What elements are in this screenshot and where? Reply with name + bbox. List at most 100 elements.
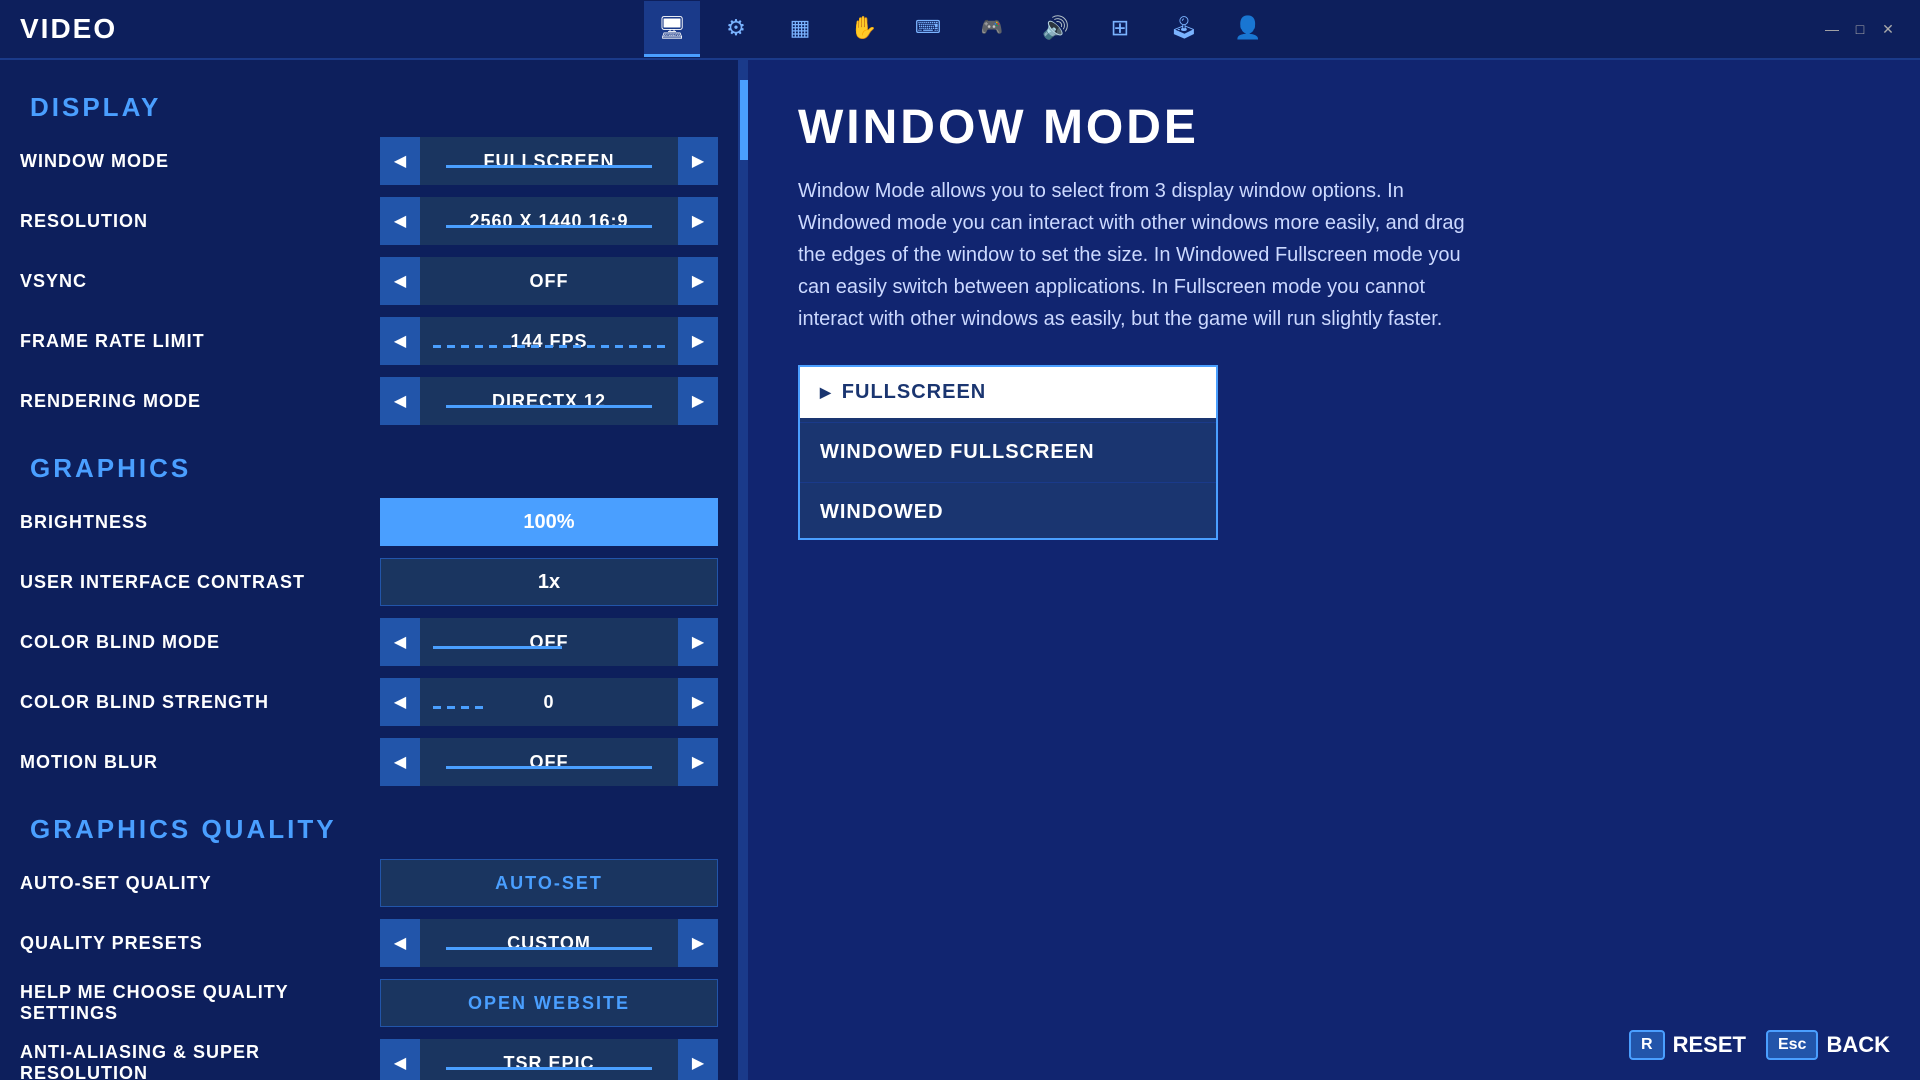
vsync-row: VSYNC ◀ OFF ▶ <box>0 251 738 311</box>
help-choose-label: HELP ME CHOOSE QUALITY SETTINGS <box>20 982 380 1024</box>
option-windowed-label: WINDOWED <box>820 501 944 524</box>
color-blind-mode-label: COLOR BLIND MODE <box>20 632 380 653</box>
frame-rate-label: FRAME RATE LIMIT <box>20 331 380 352</box>
window-mode-value: FULLSCREEN <box>420 151 678 172</box>
frame-rate-value: 144 FPS <box>420 331 678 352</box>
nav-bar: 🖥 ⚙ ▦ ✋ ⌨ 🎮 🔊 ⊞ 🕹 👤 <box>644 1 1276 57</box>
right-panel-title: WINDOW MODE <box>798 100 1870 155</box>
back-key: Esc <box>1766 1030 1818 1060</box>
rendering-mode-control: ◀ DIRECTX 12 ▶ <box>380 377 718 425</box>
frame-rate-prev[interactable]: ◀ <box>380 317 420 365</box>
nav-touch[interactable]: ✋ <box>836 1 892 57</box>
color-blind-strength-value: 0 <box>420 692 678 713</box>
window-mode-bar <box>446 165 652 168</box>
nav-dashboard[interactable]: ⊞ <box>1092 1 1148 57</box>
window-mode-next[interactable]: ▶ <box>678 137 718 185</box>
color-blind-strength-control: ◀ 0 ▶ <box>380 678 718 726</box>
window-controls: — □ ✕ <box>1820 17 1900 41</box>
window-mode-row: WINDOW MODE ◀ FULLSCREEN ▶ <box>0 131 738 191</box>
color-blind-mode-row: COLOR BLIND MODE ◀ OFF ▶ <box>0 612 738 672</box>
vsync-label: VSYNC <box>20 271 380 292</box>
brightness-label: BRIGHTNESS <box>20 512 380 533</box>
color-blind-strength-row: COLOR BLIND STRENGTH ◀ 0 ▶ <box>0 672 738 732</box>
quality-presets-row: QUALITY PRESETS ◀ CUSTOM ▶ <box>0 913 738 973</box>
brightness-control[interactable]: 100% <box>380 498 718 546</box>
minimize-button[interactable]: — <box>1820 17 1844 41</box>
nav-audio[interactable]: 🔊 <box>1028 1 1084 57</box>
anti-aliasing-control: ◀ TSR EPIC ▶ <box>380 1039 718 1080</box>
resolution-next[interactable]: ▶ <box>678 197 718 245</box>
frame-rate-next[interactable]: ▶ <box>678 317 718 365</box>
scrollbar[interactable] <box>740 60 748 1080</box>
nav-gear[interactable]: ⚙ <box>708 1 764 57</box>
window-mode-prev[interactable]: ◀ <box>380 137 420 185</box>
rendering-mode-next[interactable]: ▶ <box>678 377 718 425</box>
right-panel-description: Window Mode allows you to select from 3 … <box>798 175 1478 335</box>
color-blind-strength-next[interactable]: ▶ <box>678 678 718 726</box>
anti-aliasing-label: ANTI-ALIASING & SUPER RESOLUTION <box>20 1042 380 1080</box>
brightness-row: BRIGHTNESS 100% <box>0 492 738 552</box>
help-choose-row: HELP ME CHOOSE QUALITY SETTINGS OPEN WEB… <box>0 973 738 1033</box>
nav-gamepad[interactable]: 🕹 <box>1156 1 1212 57</box>
rendering-mode-prev[interactable]: ◀ <box>380 377 420 425</box>
nav-layout[interactable]: ▦ <box>772 1 828 57</box>
motion-blur-prev[interactable]: ◀ <box>380 738 420 786</box>
quality-presets-control: ◀ CUSTOM ▶ <box>380 919 718 967</box>
reset-button[interactable]: R RESET <box>1629 1030 1746 1060</box>
right-panel: WINDOW MODE Window Mode allows you to se… <box>748 60 1920 1080</box>
motion-blur-row: MOTION BLUR ◀ OFF ▶ <box>0 732 738 792</box>
page-title: VIDEO <box>20 13 117 45</box>
nav-monitor[interactable]: 🖥 <box>644 1 700 57</box>
main-layout: DISPLAY WINDOW MODE ◀ FULLSCREEN ▶ RESOL… <box>0 60 1920 1080</box>
motion-blur-control: ◀ OFF ▶ <box>380 738 718 786</box>
rendering-bar <box>446 405 652 408</box>
color-blind-strength-label: COLOR BLIND STRENGTH <box>20 692 380 713</box>
option-windowed-fullscreen-label: WINDOWED FULLSCREEN <box>820 441 1095 464</box>
graphics-header: GRAPHICS <box>0 441 738 492</box>
rendering-mode-label: RENDERING MODE <box>20 391 380 412</box>
reset-key: R <box>1629 1030 1665 1060</box>
auto-set-quality-btn[interactable]: AUTO-SET <box>380 859 718 907</box>
quality-presets-prev[interactable]: ◀ <box>380 919 420 967</box>
resolution-prev[interactable]: ◀ <box>380 197 420 245</box>
back-label: BACK <box>1826 1032 1890 1058</box>
anti-aliasing-row: ANTI-ALIASING & SUPER RESOLUTION ◀ TSR E… <box>0 1033 738 1080</box>
anti-aliasing-next[interactable]: ▶ <box>678 1039 718 1080</box>
option-fullscreen[interactable]: ▶ FULLSCREEN <box>800 367 1216 418</box>
option-fullscreen-label: FULLSCREEN <box>842 381 986 404</box>
nav-profile[interactable]: 👤 <box>1220 1 1276 57</box>
motion-blur-next[interactable]: ▶ <box>678 738 718 786</box>
ui-contrast-control[interactable]: 1x <box>380 558 718 606</box>
color-blind-mode-prev[interactable]: ◀ <box>380 618 420 666</box>
option-windowed-fullscreen[interactable]: WINDOWED FULLSCREEN <box>800 427 1216 478</box>
close-button[interactable]: ✕ <box>1876 17 1900 41</box>
auto-set-quality-row: AUTO-SET QUALITY AUTO-SET <box>0 853 738 913</box>
nav-controller-alt[interactable]: 🎮 <box>964 1 1020 57</box>
color-blind-mode-next[interactable]: ▶ <box>678 618 718 666</box>
title-bar: VIDEO 🖥 ⚙ ▦ ✋ ⌨ 🎮 🔊 ⊞ 🕹 👤 — □ ✕ <box>0 0 1920 60</box>
open-website-btn[interactable]: OPEN WEBSITE <box>380 979 718 1027</box>
option-windowed[interactable]: WINDOWED <box>800 487 1216 538</box>
scroll-thumb[interactable] <box>740 80 748 160</box>
ui-contrast-row: USER INTERFACE CONTRAST 1x <box>0 552 738 612</box>
nav-keyboard[interactable]: ⌨ <box>900 1 956 57</box>
maximize-button[interactable]: □ <box>1848 17 1872 41</box>
quality-presets-value: CUSTOM <box>420 933 678 954</box>
vsync-prev[interactable]: ◀ <box>380 257 420 305</box>
footer-actions: R RESET Esc BACK <box>1629 1030 1890 1060</box>
vsync-next[interactable]: ▶ <box>678 257 718 305</box>
back-button[interactable]: Esc BACK <box>1766 1030 1890 1060</box>
quality-presets-next[interactable]: ▶ <box>678 919 718 967</box>
motion-blur-value: OFF <box>420 752 678 773</box>
vsync-value: OFF <box>420 271 678 292</box>
settings-panel: DISPLAY WINDOW MODE ◀ FULLSCREEN ▶ RESOL… <box>0 60 740 1080</box>
reset-label: RESET <box>1673 1032 1746 1058</box>
option-separator-2 <box>800 482 1216 483</box>
color-blind-strength-prev[interactable]: ◀ <box>380 678 420 726</box>
frame-rate-control: ◀ 144 FPS ▶ <box>380 317 718 365</box>
frame-rate-row: FRAME RATE LIMIT ◀ 144 FPS ▶ <box>0 311 738 371</box>
resolution-control: ◀ 2560 X 1440 16:9 ▶ <box>380 197 718 245</box>
anti-aliasing-prev[interactable]: ◀ <box>380 1039 420 1080</box>
color-blind-mode-value: OFF <box>420 632 678 653</box>
rendering-mode-row: RENDERING MODE ◀ DIRECTX 12 ▶ <box>0 371 738 431</box>
